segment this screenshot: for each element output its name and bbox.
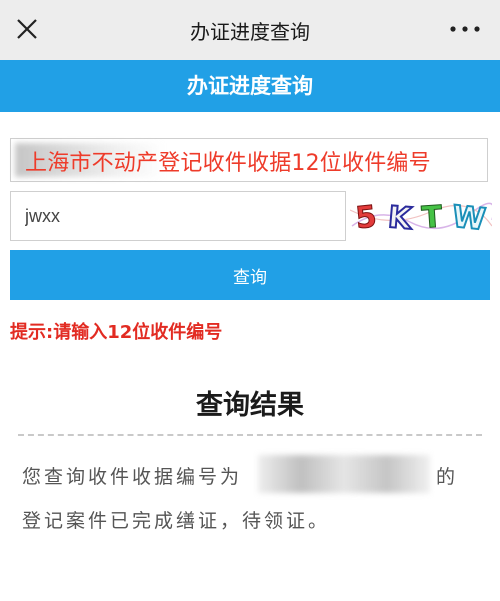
captcha-char-3: T [421,199,444,235]
captcha-char-4: W [451,199,488,236]
close-icon[interactable] [12,14,42,44]
result-line-1-suffix: 的 [436,466,456,488]
record-number-label: 上海市不动产登记收件收据12位收件编号 [25,151,431,176]
more-dots-icon[interactable] [448,22,482,36]
captcha-char-1: 5 [354,199,378,236]
redacted-receipt-number [258,455,430,493]
result-line-2: 登记案件已完成缮证，待领证。 [22,510,331,532]
search-button[interactable]: 查询 [10,250,490,300]
top-nav-bar: 办证进度查询 [0,0,500,60]
result-line-1-prefix: 您查询收件收据编号为 [22,466,243,488]
result-title: 查询结果 [196,390,304,421]
input-hint: 提示:请输入12位收件编号 [10,322,223,343]
dashed-divider [18,434,482,436]
captcha-image[interactable]: 5 K T W [350,196,492,236]
captcha-input[interactable] [10,191,346,241]
window-title: 办证进度查询 [190,20,310,44]
record-number-label-box: 上海市不动产登记收件收据12位收件编号 [10,138,488,182]
page-header: 办证进度查询 [0,60,500,112]
